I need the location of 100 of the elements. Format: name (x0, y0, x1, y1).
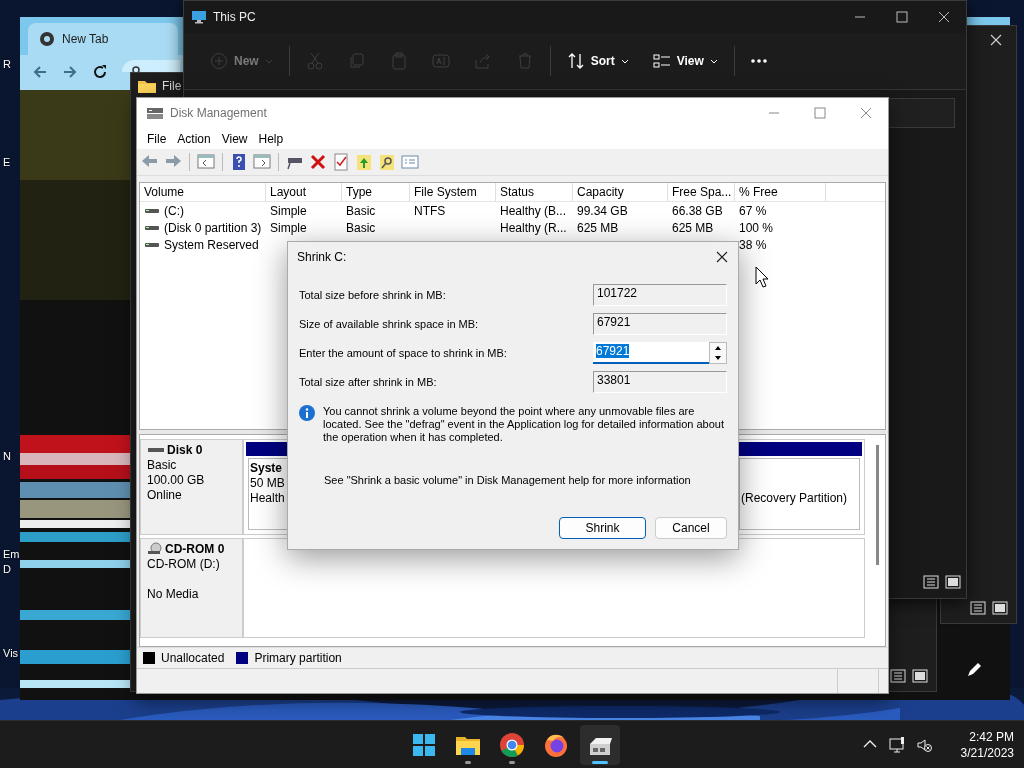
back-icon (32, 64, 48, 80)
dialog-button[interactable]: Shrink (559, 517, 646, 539)
readonly-field: 67921 (593, 313, 727, 335)
window-title: File (162, 78, 182, 93)
toolbar-button[interactable] (378, 153, 396, 172)
tiles-view-icon (912, 669, 928, 683)
menu-item[interactable]: View (216, 131, 254, 146)
table-cell-text: 100 % (738, 220, 775, 235)
clock-time[interactable]: 2:42 PM (969, 729, 1014, 745)
disk-app-icon (146, 105, 164, 120)
disk-label-panel[interactable]: Disk 0 Basic 100.00 GB Online (140, 438, 243, 535)
menu-item[interactable]: Action (172, 131, 217, 146)
table-cell-text: 38 % (738, 237, 768, 252)
field-label: Total size after shrink in MB: (299, 376, 438, 388)
dialog-button[interactable]: Cancel (655, 517, 727, 539)
column-header[interactable]: Volume (140, 183, 266, 202)
network-icon (888, 737, 905, 753)
readonly-field: 101722 (593, 284, 727, 306)
sort-button[interactable]: Sort (554, 44, 641, 78)
maximize-icon (896, 11, 908, 23)
legend-label: Unallocated (161, 651, 225, 666)
column-header[interactable]: Type (342, 183, 410, 202)
browser-tab[interactable]: New Tab (28, 23, 178, 55)
sort-icon (566, 52, 585, 70)
number-field[interactable]: 67921 (593, 342, 709, 364)
close-icon (716, 251, 728, 263)
disk-status: Online (147, 487, 183, 503)
table-cell-text: Simple (269, 220, 308, 235)
cd-drive-icon (147, 542, 163, 557)
column-header[interactable]: % Free (735, 183, 826, 202)
folder-icon (138, 78, 156, 93)
maximize-icon (814, 106, 826, 119)
reload-icon (92, 64, 108, 80)
window-title: Disk Management (170, 105, 267, 120)
legend-label: Primary partition (254, 651, 342, 666)
table-cell-text: Basic (345, 220, 377, 235)
disk-type: CD-ROM (D:) (147, 556, 221, 572)
clock-date[interactable]: 3/21/2023 (960, 745, 1014, 761)
close-icon (938, 11, 950, 23)
properties-icon (401, 153, 419, 172)
folder-search-icon (378, 153, 396, 172)
clipboard-icon (389, 52, 408, 70)
down-arrow-icon (715, 356, 721, 360)
toolbar-button[interactable] (230, 153, 248, 172)
field-label: Total size before shrink in MB: (299, 289, 447, 301)
copy-icon (347, 52, 366, 70)
table-cell-text: Basic (345, 203, 377, 218)
tray-button[interactable] (888, 737, 905, 753)
desktop-icon-label[interactable]: Em (3, 548, 20, 561)
table-cell-text: NTFS (413, 203, 447, 218)
dialog-title: Shrink C: (297, 250, 347, 264)
column-header[interactable]: Layout (266, 183, 342, 202)
field-label: Size of available shrink space in MB: (299, 318, 480, 330)
folder-up-icon (355, 153, 373, 172)
column-header[interactable]: Free Spa... (668, 183, 735, 202)
toolbar-button[interactable] (253, 153, 271, 172)
desktop-icon-label[interactable]: E (3, 156, 11, 169)
toolbar-button[interactable] (309, 153, 327, 172)
spin-buttons[interactable] (709, 342, 727, 364)
plus-icon (210, 52, 228, 70)
desktop-icon-label[interactable]: Vis (3, 647, 19, 660)
up-arrow-icon (715, 346, 721, 350)
readonly-field: 33801 (593, 371, 727, 393)
partition-box[interactable]: (Recovery Partition) (739, 457, 860, 530)
table-cell: System Reserved (164, 237, 259, 252)
column-header[interactable]: Capacity (573, 183, 668, 202)
tray-button[interactable] (915, 737, 932, 753)
toolbar-button[interactable] (332, 153, 350, 172)
desktop-icon-label[interactable]: N (3, 450, 11, 463)
toolbar-button[interactable] (355, 153, 373, 172)
rename-icon (431, 52, 450, 70)
scrollbar[interactable] (876, 444, 879, 565)
menu-item[interactable]: File (142, 131, 173, 146)
scissors-icon (305, 52, 324, 70)
desktop-icon-label[interactable]: R (3, 58, 11, 71)
taskbar-app[interactable] (580, 725, 620, 765)
table-cell-text: 625 MB (671, 220, 715, 235)
field-label: Enter the amount of space to shrink in MB: (299, 347, 508, 359)
browser-logo-icon (499, 732, 525, 758)
table-cell-text: 99.34 GB (576, 203, 629, 218)
column-header[interactable]: File System (410, 183, 496, 202)
browser-logo-icon (40, 32, 54, 46)
desktop-icon-label[interactable]: D (3, 563, 11, 576)
disk-status: No Media (147, 586, 200, 602)
caret-icon (620, 58, 629, 64)
toolbar-button[interactable] (197, 153, 215, 172)
disk-label-panel[interactable]: CD-ROM 0 CD-ROM (D:) No Media (140, 537, 243, 638)
view-button[interactable]: View (640, 44, 730, 78)
address-field[interactable] (122, 60, 180, 72)
table-cell-text: Healthy (B... (499, 203, 568, 218)
table-cell-text: 66.38 GB (671, 203, 724, 218)
windows-logo-icon (411, 732, 437, 758)
details-view-icon (923, 575, 939, 589)
menu-item[interactable]: Help (253, 131, 290, 146)
disk-size: 100.00 GB (147, 472, 206, 488)
close-icon (990, 34, 1002, 46)
share-icon (473, 52, 492, 70)
column-header[interactable]: Status (496, 183, 573, 202)
table-cell: (C:) (164, 203, 184, 218)
table-cell-text: 625 MB (576, 220, 620, 235)
